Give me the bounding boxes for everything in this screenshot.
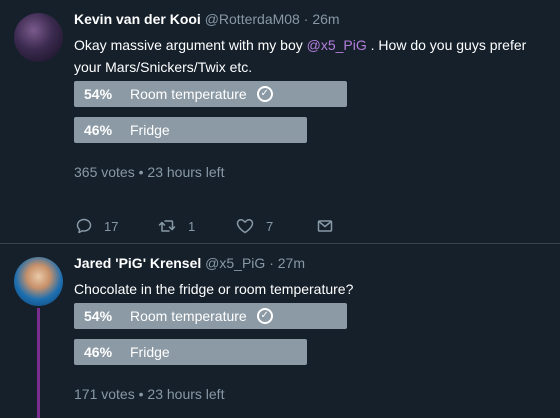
poll-meta: 365 votes • 23 hours left [74, 164, 224, 180]
check-circle-icon: ✓ [256, 86, 273, 102]
poll-option-label: Room temperature [130, 86, 247, 102]
poll-percent: 54% [84, 308, 113, 324]
reply-button[interactable]: 17 [76, 218, 118, 234]
retweet-button[interactable]: 1 [158, 218, 195, 234]
separator-dot: · [303, 11, 309, 27]
retweet-count: 1 [188, 218, 196, 234]
poll-option: 54% Room temperature ✓ [74, 303, 347, 329]
poll-option-label: Fridge [130, 344, 170, 360]
vote-count: 171 votes [74, 386, 135, 402]
tweet[interactable]: Kevin van der Kooi @RotterdaM08 · 26m Ok… [0, 0, 560, 244]
time-left: 23 hours left [147, 386, 225, 402]
message-icon [317, 220, 333, 232]
poll-option-label: Fridge [130, 122, 170, 138]
vote-count: 365 votes [74, 164, 135, 180]
thread-line [37, 308, 40, 418]
author-handle[interactable]: @x5_PiG [205, 255, 265, 271]
avatar[interactable] [14, 257, 63, 306]
timestamp[interactable]: 27m [278, 255, 305, 271]
author-handle[interactable]: @RotterdaM08 [205, 11, 300, 27]
check-circle-icon: ✓ [256, 308, 273, 324]
tweet-text: Okay massive argument with my boy @x5_Pi… [74, 34, 554, 78]
avatar[interactable] [14, 13, 63, 62]
reply-count: 17 [104, 218, 119, 234]
like-icon [236, 218, 254, 234]
poll-percent: 54% [84, 86, 113, 102]
like-button[interactable]: 7 [236, 218, 273, 234]
tweet-header: Kevin van der Kooi @RotterdaM08 · 26m [74, 11, 340, 27]
poll-meta: 171 votes • 23 hours left [74, 386, 224, 402]
timestamp[interactable]: 26m [312, 11, 339, 27]
poll-option: 54% Room temperature ✓ [74, 81, 347, 107]
retweet-icon [158, 220, 176, 232]
separator-dot: · [269, 255, 274, 271]
reply-icon [76, 218, 92, 234]
message-button[interactable] [317, 218, 333, 234]
tweet-actions: 17 1 7 [74, 218, 374, 236]
author-name[interactable]: Kevin van der Kooi [74, 11, 201, 27]
poll-option-label: Room temperature [130, 308, 247, 324]
time-left: 23 hours left [147, 164, 225, 180]
poll-option: 46% Fridge [74, 117, 307, 143]
tweet[interactable]: Jared 'PiG' Krensel @x5_PiG · 27m Chocol… [0, 244, 560, 418]
poll-option: 46% Fridge [74, 339, 307, 365]
poll-percent: 46% [84, 122, 113, 138]
poll-percent: 46% [84, 344, 113, 360]
author-name[interactable]: Jared 'PiG' Krensel [74, 255, 201, 271]
tweet-text: Chocolate in the fridge or room temperat… [74, 281, 354, 297]
mention-link[interactable]: @x5_PiG [307, 37, 367, 53]
like-count: 7 [266, 218, 274, 234]
tweet-header: Jared 'PiG' Krensel @x5_PiG · 27m [74, 255, 305, 271]
tweet-text-part: Okay massive argument with my boy [74, 37, 307, 53]
